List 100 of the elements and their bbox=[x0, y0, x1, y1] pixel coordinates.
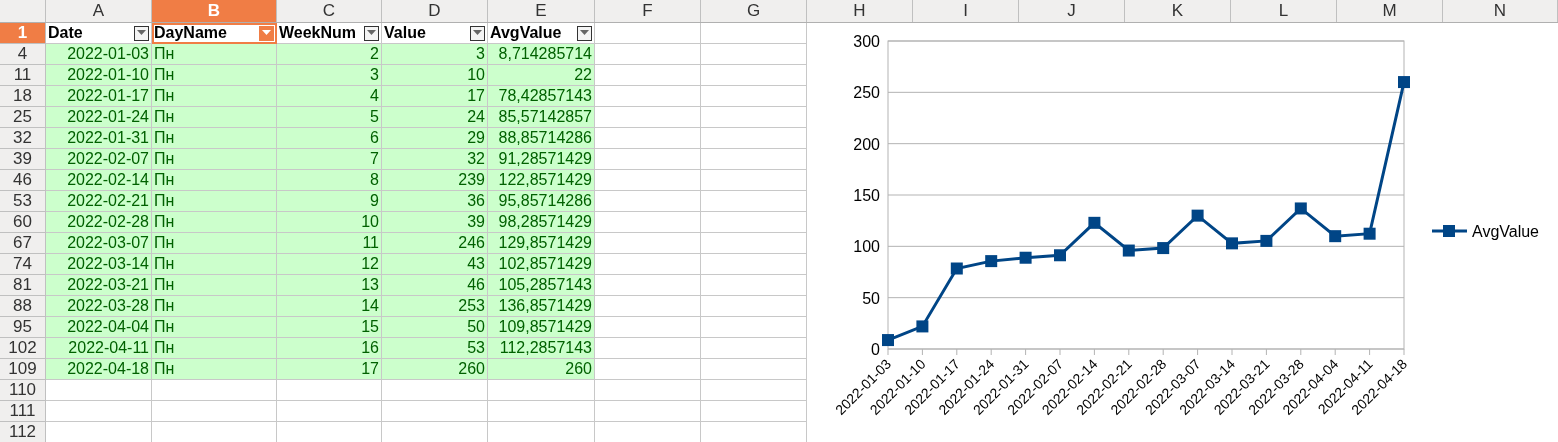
row-header[interactable]: 11 bbox=[0, 65, 46, 86]
column-title: WeekNum bbox=[279, 23, 357, 43]
table-cell: 98,28571429 bbox=[488, 212, 595, 233]
table-cell: Пн bbox=[152, 191, 277, 212]
table-cell: 2022-03-14 bbox=[46, 254, 152, 275]
table-cell: Пн bbox=[152, 86, 277, 107]
table-cell: 105,2857143 bbox=[488, 275, 595, 296]
y-axis-label: 50 bbox=[862, 289, 880, 307]
table-cell: 2022-02-21 bbox=[46, 191, 152, 212]
row-header[interactable]: 111 bbox=[0, 401, 46, 422]
table-cell: 136,8571429 bbox=[488, 296, 595, 317]
row-header[interactable]: 60 bbox=[0, 212, 46, 233]
column-header[interactable]: M bbox=[1337, 0, 1443, 22]
table-cell: Пн bbox=[152, 296, 277, 317]
column-header[interactable]: C bbox=[277, 0, 382, 22]
column-header[interactable]: I bbox=[913, 0, 1019, 22]
table-cell: 11 bbox=[277, 233, 382, 254]
table-cell: 253 bbox=[382, 296, 488, 317]
row-header[interactable]: 25 bbox=[0, 107, 46, 128]
legend-label: AvgValue bbox=[1472, 223, 1539, 240]
table-cell: Пн bbox=[152, 149, 277, 170]
filter-button[interactable] bbox=[577, 25, 592, 41]
data-point bbox=[916, 320, 929, 333]
row-header[interactable]: 53 bbox=[0, 191, 46, 212]
y-axis-label: 0 bbox=[871, 341, 880, 358]
row-header[interactable]: 112 bbox=[0, 422, 46, 442]
row-header[interactable]: 95 bbox=[0, 317, 46, 338]
table-cell: 2022-01-10 bbox=[46, 65, 152, 86]
row-header[interactable]: 109 bbox=[0, 359, 46, 380]
table-cell: 260 bbox=[488, 359, 595, 380]
column-header[interactable]: H bbox=[807, 0, 913, 22]
table-cell: Пн bbox=[152, 128, 277, 149]
table-cell: 2022-04-11 bbox=[46, 338, 152, 359]
data-point bbox=[1054, 249, 1066, 262]
data-point bbox=[950, 262, 963, 275]
table-cell: 9 bbox=[277, 191, 382, 212]
column-title: Date bbox=[48, 23, 83, 43]
row-header[interactable]: 39 bbox=[0, 149, 46, 170]
column-header[interactable]: G bbox=[701, 0, 807, 22]
column-header[interactable]: N bbox=[1443, 0, 1558, 22]
table-cell: Пн bbox=[152, 170, 277, 191]
table-cell: 36 bbox=[382, 191, 488, 212]
table-cell: 2022-02-28 bbox=[46, 212, 152, 233]
table-cell: Пн bbox=[152, 338, 277, 359]
row-header[interactable]: 32 bbox=[0, 128, 46, 149]
table-cell: 109,8571429 bbox=[488, 317, 595, 338]
table-cell: 22 bbox=[488, 65, 595, 86]
table-cell: 88,85714286 bbox=[488, 128, 595, 149]
y-axis-label: 150 bbox=[853, 187, 880, 204]
column-header[interactable]: E bbox=[488, 0, 595, 22]
dropdown-arrow-icon bbox=[367, 30, 376, 36]
table-cell: 29 bbox=[382, 128, 488, 149]
table-cell: 2022-03-07 bbox=[46, 233, 152, 254]
table-cell: 2022-01-24 bbox=[46, 107, 152, 128]
filter-button[interactable] bbox=[134, 25, 149, 41]
row-header[interactable]: 67 bbox=[0, 233, 46, 254]
row-header[interactable]: 74 bbox=[0, 254, 46, 275]
filter-button[interactable] bbox=[364, 25, 379, 41]
table-cell: 246 bbox=[382, 233, 488, 254]
data-point bbox=[1226, 237, 1238, 250]
table-cell: 4 bbox=[277, 86, 382, 107]
row-header[interactable]: 18 bbox=[0, 86, 46, 107]
dropdown-arrow-icon bbox=[473, 30, 482, 36]
table-cell: 239 bbox=[382, 170, 488, 191]
data-point bbox=[1122, 244, 1135, 257]
table-cell: 260 bbox=[382, 359, 488, 380]
table-cell: 16 bbox=[277, 338, 382, 359]
row-header[interactable]: 102 bbox=[0, 338, 46, 359]
table-cell: 10 bbox=[277, 212, 382, 233]
table-cell: Пн bbox=[152, 254, 277, 275]
row-header[interactable]: 81 bbox=[0, 275, 46, 296]
table-cell: 2022-04-18 bbox=[46, 359, 152, 380]
table-cell: 53 bbox=[382, 338, 488, 359]
table-cell: 14 bbox=[277, 296, 382, 317]
column-header[interactable]: D bbox=[382, 0, 488, 22]
table-cell: 39 bbox=[382, 212, 488, 233]
y-axis-label: 100 bbox=[853, 238, 880, 256]
data-point bbox=[1019, 251, 1032, 264]
data-point bbox=[1157, 242, 1170, 255]
filter-button[interactable] bbox=[470, 25, 485, 41]
table-cell: 13 bbox=[277, 275, 382, 296]
row-header[interactable]: 88 bbox=[0, 296, 46, 317]
table-cell: 122,8571429 bbox=[488, 170, 595, 191]
row-header[interactable]: 110 bbox=[0, 380, 46, 401]
data-point bbox=[1260, 234, 1273, 247]
column-header[interactable]: F bbox=[595, 0, 701, 22]
table-cell: 3 bbox=[277, 65, 382, 86]
dropdown-arrow-icon bbox=[262, 30, 271, 36]
row-header[interactable]: 46 bbox=[0, 170, 46, 191]
table-cell: 2 bbox=[277, 44, 382, 65]
table-cell: 2022-03-28 bbox=[46, 296, 152, 317]
column-header[interactable]: K bbox=[1125, 0, 1231, 22]
table-cell: Пн bbox=[152, 275, 277, 296]
table-cell: 2022-02-07 bbox=[46, 149, 152, 170]
table-cell: 129,8571429 bbox=[488, 233, 595, 254]
table-cell: 24 bbox=[382, 107, 488, 128]
row-header[interactable]: 4 bbox=[0, 44, 46, 65]
column-header[interactable]: L bbox=[1231, 0, 1337, 22]
column-header[interactable]: J bbox=[1019, 0, 1125, 22]
table-cell: 17 bbox=[382, 86, 488, 107]
